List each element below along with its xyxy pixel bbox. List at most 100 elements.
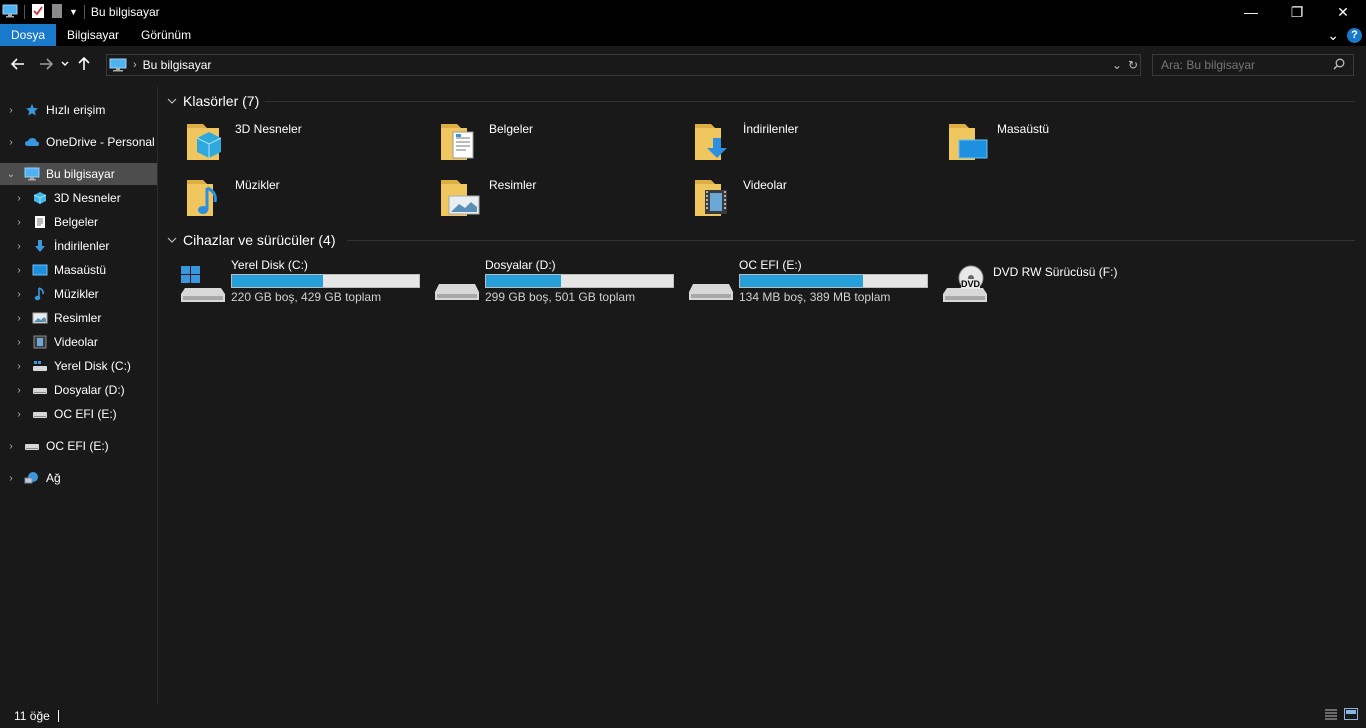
chevron-down-icon[interactable]: ⌄ bbox=[6, 169, 16, 180]
music-icon bbox=[32, 286, 48, 302]
chevron-right-icon[interactable]: › bbox=[6, 473, 16, 484]
chevron-right-icon[interactable]: › bbox=[14, 361, 24, 372]
folder-label: Resimler bbox=[489, 178, 537, 192]
chevron-right-icon[interactable]: › bbox=[14, 265, 24, 276]
sidebar-item-label: OC EFI (E:) bbox=[54, 407, 117, 421]
folder-music[interactable]: Müzikler bbox=[159, 172, 413, 222]
sidebar-item-documents[interactable]: › Belgeler bbox=[0, 211, 157, 233]
music-folder-icon bbox=[183, 172, 231, 220]
sidebar-item-label: İndirilenler bbox=[54, 239, 110, 253]
drive-d[interactable]: Dosyalar (D:) 299 GB boş, 501 GB toplam bbox=[413, 256, 674, 310]
drive-f-dvd[interactable]: DVD DVD RW Sürücüsü (F:) bbox=[921, 256, 1175, 310]
up-arrow-icon[interactable] bbox=[72, 52, 96, 76]
folder-downloads[interactable]: İndirilenler bbox=[667, 116, 921, 166]
sidebar-item-drive-e[interactable]: › OC EFI (E:) bbox=[0, 403, 157, 425]
chevron-down-icon[interactable]: ▼ bbox=[69, 7, 78, 17]
sidebar-item-network[interactable]: › Ağ bbox=[0, 467, 157, 489]
breadcrumb[interactable]: Bu bilgisayar bbox=[143, 58, 212, 72]
address-bar[interactable]: › Bu bilgisayar ⌄ ↻ bbox=[106, 54, 1141, 76]
drive-c[interactable]: Yerel Disk (C:) 220 GB boş, 429 GB topla… bbox=[159, 256, 420, 310]
sidebar-item-label: Masaüstü bbox=[54, 263, 107, 277]
navigation-bar: › Bu bilgisayar ⌄ ↻ bbox=[0, 46, 1366, 82]
chevron-right-icon[interactable]: › bbox=[14, 385, 24, 396]
computer-icon[interactable] bbox=[2, 4, 18, 21]
large-icons-view-icon[interactable] bbox=[1344, 708, 1358, 723]
sidebar-item-drive-d[interactable]: › Dosyalar (D:) bbox=[0, 379, 157, 401]
video-icon bbox=[32, 334, 48, 350]
document-icon bbox=[32, 214, 48, 230]
chevron-right-icon[interactable]: › bbox=[14, 217, 24, 228]
divider bbox=[265, 101, 1355, 102]
chevron-right-icon[interactable]: › bbox=[6, 105, 16, 116]
chevron-down-icon[interactable] bbox=[167, 235, 177, 246]
drive-icon bbox=[687, 264, 735, 304]
sidebar-item-desktop[interactable]: › Masaüstü bbox=[0, 259, 157, 281]
sidebar-item-label: 3D Nesneler bbox=[54, 191, 121, 205]
drive-space-info: 220 GB boş, 429 GB toplam bbox=[231, 290, 382, 304]
folder-desktop[interactable]: Masaüstü bbox=[921, 116, 1175, 166]
details-view-icon[interactable] bbox=[1324, 708, 1338, 723]
sidebar-item-downloads[interactable]: › İndirilenler bbox=[0, 235, 157, 257]
sidebar-item-removable-e[interactable]: › OC EFI (E:) bbox=[0, 435, 157, 457]
folder-label: 3D Nesneler bbox=[235, 122, 302, 136]
item-count: 11 öğe bbox=[14, 709, 50, 723]
sidebar-item-label: Bu bilgisayar bbox=[46, 167, 115, 181]
new-folder-icon[interactable] bbox=[51, 3, 63, 22]
back-arrow-icon[interactable] bbox=[6, 52, 30, 76]
tab-file[interactable]: Dosya bbox=[0, 24, 57, 46]
status-separator bbox=[57, 710, 59, 722]
group-header-folders[interactable]: Klasörler (7) bbox=[167, 91, 259, 111]
status-bar: 11 öğe bbox=[0, 704, 1366, 728]
sidebar-item-pictures[interactable]: › Resimler bbox=[0, 307, 157, 329]
breadcrumb-separator[interactable]: › bbox=[133, 59, 137, 71]
sidebar-item-quick-access[interactable]: › Hızlı erişim bbox=[0, 99, 157, 121]
recent-locations-icon[interactable] bbox=[58, 52, 72, 76]
minimize-button[interactable]: — bbox=[1228, 0, 1274, 24]
chevron-right-icon[interactable]: › bbox=[14, 289, 24, 300]
folder-3d-objects[interactable]: 3D Nesneler bbox=[159, 116, 413, 166]
videos-folder-icon bbox=[691, 172, 739, 220]
group-header-drives[interactable]: Cihazlar ve sürücüler (4) bbox=[167, 230, 336, 250]
sidebar-item-3d-objects[interactable]: › 3D Nesneler bbox=[0, 187, 157, 209]
chevron-down-icon[interactable] bbox=[167, 96, 177, 107]
sidebar-item-onedrive[interactable]: › OneDrive - Personal bbox=[0, 131, 157, 153]
expand-ribbon-icon[interactable]: ⌄ bbox=[1327, 27, 1339, 44]
computer-icon bbox=[24, 166, 40, 182]
sidebar-item-drive-c[interactable]: › Yerel Disk (C:) bbox=[0, 355, 157, 377]
tab-view[interactable]: Görünüm bbox=[130, 24, 202, 46]
sidebar-item-label: OC EFI (E:) bbox=[46, 439, 109, 453]
folder-documents[interactable]: Belgeler bbox=[413, 116, 667, 166]
documents-folder-icon bbox=[437, 116, 485, 164]
tab-computer[interactable]: Bilgisayar bbox=[56, 24, 130, 46]
sidebar-item-label: Videolar bbox=[54, 335, 98, 349]
chevron-right-icon[interactable]: › bbox=[14, 193, 24, 204]
address-dropdown-icon[interactable]: ⌄ bbox=[1112, 58, 1122, 72]
chevron-right-icon[interactable]: › bbox=[14, 241, 24, 252]
content-area: Klasörler (7) 3D Nesneler Belgeler İndir… bbox=[159, 86, 1366, 704]
help-icon[interactable]: ? bbox=[1347, 27, 1362, 43]
chevron-right-icon[interactable]: › bbox=[14, 337, 24, 348]
forward-arrow-icon[interactable] bbox=[34, 52, 58, 76]
search-icon[interactable] bbox=[1333, 58, 1345, 73]
properties-icon[interactable] bbox=[31, 3, 45, 22]
folder-videos[interactable]: Videolar bbox=[667, 172, 921, 222]
sidebar-item-this-pc[interactable]: ⌄ Bu bilgisayar bbox=[0, 163, 157, 185]
sidebar-item-videos[interactable]: › Videolar bbox=[0, 331, 157, 353]
chevron-right-icon[interactable]: › bbox=[14, 409, 24, 420]
chevron-right-icon[interactable]: › bbox=[6, 441, 16, 452]
chevron-right-icon[interactable]: › bbox=[6, 137, 16, 148]
sidebar-item-music[interactable]: › Müzikler bbox=[0, 283, 157, 305]
restore-button[interactable]: ❐ bbox=[1274, 0, 1320, 24]
ribbon-tabs: Dosya Bilgisayar Görünüm ⌄ ? bbox=[0, 24, 1366, 46]
drive-e[interactable]: OC EFI (E:) 134 MB boş, 389 MB toplam bbox=[667, 256, 928, 310]
chevron-right-icon[interactable]: › bbox=[14, 313, 24, 324]
pictures-folder-icon bbox=[437, 172, 485, 220]
drive-icon bbox=[24, 438, 40, 454]
refresh-icon[interactable]: ↻ bbox=[1128, 58, 1138, 72]
search-box[interactable] bbox=[1152, 54, 1354, 76]
search-input[interactable] bbox=[1153, 58, 1323, 72]
folder-pictures[interactable]: Resimler bbox=[413, 172, 667, 222]
close-button[interactable]: ✕ bbox=[1320, 0, 1366, 24]
divider bbox=[347, 240, 1355, 241]
desktop-icon bbox=[32, 262, 48, 278]
